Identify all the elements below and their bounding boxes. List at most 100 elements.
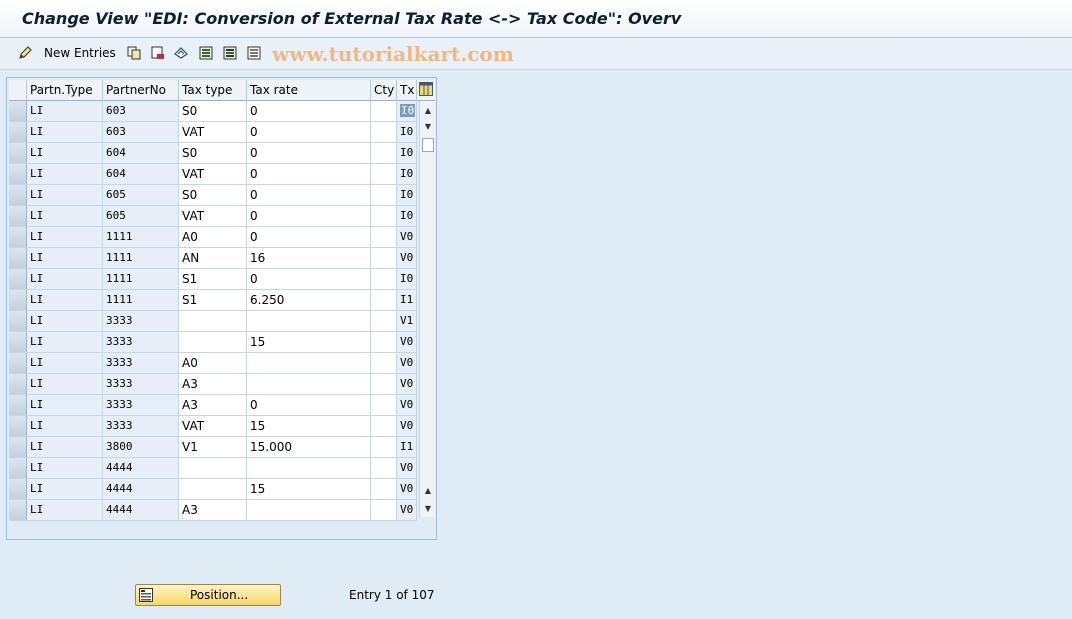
scroll-up-icon[interactable]: ▲ — [422, 105, 434, 117]
cell-tax-type[interactable]: A0 — [179, 227, 247, 247]
cell-tax-rate[interactable] — [247, 458, 371, 478]
cell-cty[interactable] — [371, 122, 397, 142]
cell-cty[interactable] — [371, 101, 397, 121]
scroll-down-icon[interactable]: ▼ — [422, 121, 434, 133]
row-selector[interactable] — [9, 185, 27, 205]
cell-tax-type[interactable]: VAT — [179, 416, 247, 436]
undo-button[interactable] — [174, 44, 188, 62]
cell-tax-rate[interactable]: 0 — [247, 206, 371, 226]
cell-tax-rate[interactable] — [247, 353, 371, 373]
row-selector[interactable] — [9, 416, 27, 436]
cell-cty[interactable] — [371, 290, 397, 310]
cell-cty[interactable] — [371, 353, 397, 373]
cell-tax-type[interactable]: S0 — [179, 101, 247, 121]
cell-cty[interactable] — [371, 206, 397, 226]
cell-tax-type[interactable] — [179, 479, 247, 499]
column-header-tax-type[interactable]: Tax type — [179, 80, 247, 101]
row-selector[interactable] — [9, 437, 27, 457]
row-selector[interactable] — [9, 458, 27, 478]
cell-tax-rate[interactable] — [247, 500, 371, 520]
cell-cty[interactable] — [371, 248, 397, 268]
column-header-partner-no[interactable]: PartnerNo — [103, 80, 179, 101]
cell-tax-type[interactable]: A0 — [179, 353, 247, 373]
scroll-page-up-icon[interactable]: ▲ — [422, 485, 434, 497]
cell-tax-rate[interactable]: 0 — [247, 269, 371, 289]
cell-tx[interactable]: V0 — [397, 458, 417, 478]
cell-tax-rate[interactable]: 6.250 — [247, 290, 371, 310]
cell-tx[interactable]: I0 — [397, 185, 417, 205]
cell-cty[interactable] — [371, 311, 397, 331]
row-selector[interactable] — [9, 479, 27, 499]
column-header-cty[interactable]: Cty — [371, 80, 397, 101]
row-selector[interactable] — [9, 332, 27, 352]
cell-cty[interactable] — [371, 479, 397, 499]
cell-tax-type[interactable]: VAT — [179, 206, 247, 226]
cell-tax-type[interactable] — [179, 458, 247, 478]
column-header-tx[interactable]: Tx — [397, 80, 417, 101]
cell-tx[interactable]: I0 — [397, 269, 417, 289]
row-selector[interactable] — [9, 395, 27, 415]
cell-tx[interactable]: V0 — [397, 332, 417, 352]
copy-button[interactable] — [127, 44, 141, 62]
deselect-all-button[interactable] — [247, 44, 261, 62]
cell-tax-type[interactable]: A3 — [179, 374, 247, 394]
cell-tax-rate[interactable]: 15 — [247, 332, 371, 352]
cell-tax-rate[interactable]: 15 — [247, 479, 371, 499]
cell-tx[interactable]: I0 — [397, 206, 417, 226]
cell-tax-rate[interactable]: 0 — [247, 143, 371, 163]
select-block-button[interactable] — [223, 44, 237, 62]
cell-tx[interactable]: V0 — [397, 374, 417, 394]
cell-cty[interactable] — [371, 416, 397, 436]
scroll-thumb[interactable] — [422, 138, 434, 152]
column-header-partn-type[interactable]: Partn.Type — [27, 80, 103, 101]
cell-tax-rate[interactable] — [247, 374, 371, 394]
cell-tx[interactable]: I1 — [397, 437, 417, 457]
cell-tx[interactable]: V0 — [397, 416, 417, 436]
row-selector[interactable] — [9, 269, 27, 289]
cell-cty[interactable] — [371, 395, 397, 415]
cell-tax-type[interactable] — [179, 332, 247, 352]
new-entries-button[interactable]: New Entries — [18, 44, 116, 62]
cell-tax-type[interactable]: S1 — [179, 269, 247, 289]
row-selector[interactable] — [9, 164, 27, 184]
cell-tx[interactable]: V1 — [397, 311, 417, 331]
cell-tax-rate[interactable]: 0 — [247, 185, 371, 205]
select-all-button[interactable] — [199, 44, 213, 62]
cell-tx[interactable]: I0 — [397, 164, 417, 184]
cell-tax-type[interactable]: A3 — [179, 395, 247, 415]
cell-tx[interactable]: I0 — [397, 101, 417, 121]
cell-tax-type[interactable]: S0 — [179, 185, 247, 205]
row-selector[interactable] — [9, 353, 27, 373]
row-selector[interactable] — [9, 311, 27, 331]
cell-cty[interactable] — [371, 458, 397, 478]
row-selector[interactable] — [9, 500, 27, 520]
cell-tax-rate[interactable]: 0 — [247, 164, 371, 184]
table-vertical-scrollbar[interactable]: ▲ ▼ ▲ ▼ — [419, 101, 435, 517]
row-selector[interactable] — [9, 248, 27, 268]
cell-tax-rate[interactable]: 0 — [247, 122, 371, 142]
cell-tax-rate[interactable]: 15.000 — [247, 437, 371, 457]
cell-tax-rate[interactable]: 0 — [247, 101, 371, 121]
cell-tax-type[interactable]: VAT — [179, 122, 247, 142]
row-selector[interactable] — [9, 206, 27, 226]
cell-cty[interactable] — [371, 269, 397, 289]
cell-tax-rate[interactable]: 16 — [247, 248, 371, 268]
cell-tx[interactable]: I0 — [397, 143, 417, 163]
table-settings-button[interactable] — [417, 80, 435, 101]
cell-tx[interactable]: V0 — [397, 395, 417, 415]
cell-cty[interactable] — [371, 185, 397, 205]
cell-tx[interactable]: V0 — [397, 500, 417, 520]
cell-tax-type[interactable]: AN — [179, 248, 247, 268]
row-selector[interactable] — [9, 290, 27, 310]
cell-tax-type[interactable]: V1 — [179, 437, 247, 457]
cell-cty[interactable] — [371, 332, 397, 352]
cell-tx[interactable]: I0 — [397, 122, 417, 142]
cell-cty[interactable] — [371, 500, 397, 520]
cell-tx[interactable]: I1 — [397, 290, 417, 310]
delete-button[interactable] — [151, 44, 165, 62]
cell-tx[interactable]: V0 — [397, 227, 417, 247]
cell-tax-type[interactable]: VAT — [179, 164, 247, 184]
cell-cty[interactable] — [371, 374, 397, 394]
row-selector[interactable] — [9, 143, 27, 163]
row-selector[interactable] — [9, 374, 27, 394]
